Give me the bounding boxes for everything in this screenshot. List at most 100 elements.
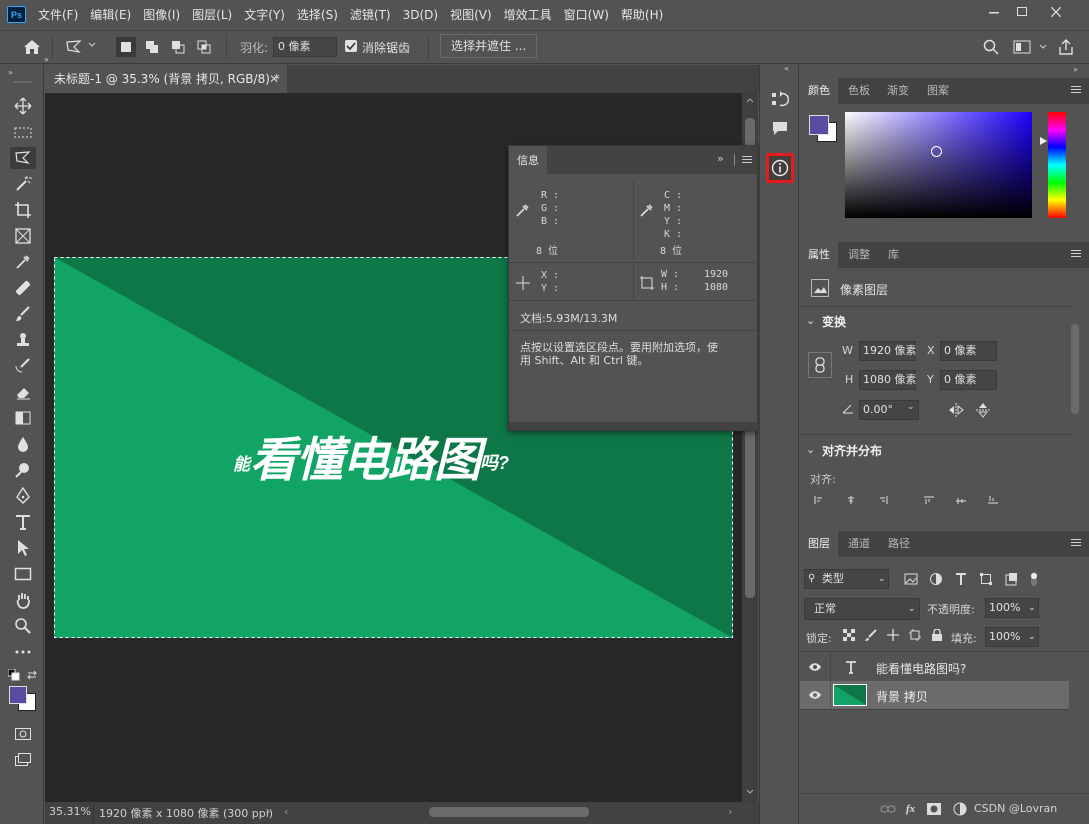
layer-row[interactable]: 能看懂电路图吗? (800, 653, 1069, 681)
new-selection-icon[interactable] (116, 37, 136, 57)
status-menu-chevron-icon[interactable]: › (266, 805, 270, 818)
type-tool-icon[interactable] (10, 511, 36, 533)
menu-view[interactable]: 视图(V) (450, 0, 492, 30)
add-selection-icon[interactable] (142, 37, 162, 57)
collapse-panel-icon[interactable]: » (717, 152, 724, 165)
polygonal-lasso-icon[interactable] (64, 37, 84, 57)
menu-layer[interactable]: 图层(L) (192, 0, 232, 30)
rectangle-tool-icon[interactable] (10, 563, 36, 585)
menu-file[interactable]: 文件(F) (38, 0, 78, 30)
search-icon[interactable] (983, 39, 999, 55)
menu-type[interactable]: 文字(Y) (244, 0, 285, 30)
pen-tool-icon[interactable] (10, 485, 36, 507)
home-icon[interactable] (22, 37, 42, 57)
layer-row-selected[interactable]: 背景 拷贝 (800, 681, 1069, 709)
stamp-tool-icon[interactable] (10, 329, 36, 351)
lasso-tool-icon[interactable] (10, 147, 36, 169)
document-tab[interactable]: 未标题-1 @ 35.3% (背景 拷贝, RGB/8) * ✕ (45, 65, 287, 93)
flip-vertical-icon[interactable] (976, 402, 990, 418)
dodge-tool-icon[interactable] (10, 459, 36, 481)
collapse-dock-icon[interactable]: « (784, 64, 789, 73)
visibility-eye-icon[interactable] (808, 690, 822, 700)
workspace-icon[interactable] (1013, 40, 1031, 54)
subtract-selection-icon[interactable] (168, 37, 188, 57)
hue-slider[interactable] (1048, 112, 1066, 218)
frame-tool-icon[interactable] (10, 225, 36, 247)
maximize-button[interactable] (1006, 0, 1038, 24)
foreground-color-swatch[interactable] (809, 115, 829, 135)
foreground-color-swatch[interactable] (9, 686, 27, 704)
menu-image[interactable]: 图像(I) (143, 0, 180, 30)
scroll-down-icon[interactable] (746, 789, 754, 795)
screen-mode-icon[interactable] (10, 749, 36, 771)
quick-mask-icon[interactable] (10, 723, 36, 745)
panel-menu-icon[interactable] (1071, 86, 1081, 95)
crop-tool-icon[interactable] (10, 199, 36, 221)
eraser-icon[interactable] (10, 381, 36, 403)
history-brush-icon[interactable] (10, 355, 36, 377)
history-icon[interactable] (771, 90, 789, 108)
tab-channels[interactable]: 通道 (840, 531, 878, 557)
zoom-tool-icon[interactable] (10, 615, 36, 637)
marquee-tool-icon[interactable] (10, 121, 36, 143)
properties-scroll-thumb[interactable] (1071, 324, 1079, 414)
chevron-down-icon[interactable] (88, 41, 96, 49)
link-dimensions-icon[interactable] (808, 352, 832, 378)
tab-gradients[interactable]: 渐变 (879, 78, 917, 104)
path-selection-icon[interactable] (10, 537, 36, 559)
tab-paths[interactable]: 路径 (880, 531, 918, 557)
menu-select[interactable]: 选择(S) (297, 0, 338, 30)
chevron-down-icon[interactable]: ⌄ (907, 402, 915, 412)
tab-libraries[interactable]: 库 (880, 242, 907, 268)
select-and-mask-button[interactable]: 选择并遮住 ... (440, 34, 538, 58)
height-input[interactable]: 1080 像素 (859, 370, 917, 390)
feather-input[interactable]: 0 像素 (273, 37, 337, 57)
menu-window[interactable]: 窗口(W) (564, 0, 609, 30)
blur-tool-icon[interactable] (10, 433, 36, 455)
move-tool-icon[interactable] (10, 95, 36, 117)
hand-tool-icon[interactable] (10, 589, 36, 611)
brush-tool-icon[interactable] (10, 303, 36, 325)
opacity-input[interactable]: 100% ⌄ (985, 598, 1039, 618)
horizontal-scroll-thumb[interactable] (429, 807, 589, 817)
magic-wand-icon[interactable] (10, 173, 36, 195)
zoom-level[interactable]: 35.31% (49, 805, 91, 818)
layers-scroll-track[interactable] (1069, 653, 1089, 793)
menu-plugins[interactable]: 增效工具 (504, 0, 552, 30)
gradient-tool-icon[interactable] (10, 407, 36, 429)
antialias-checkbox[interactable] (345, 40, 357, 52)
width-input[interactable]: 1920 像素 (859, 341, 917, 361)
tab-swatches[interactable]: 色板 (840, 78, 878, 104)
color-field[interactable] (845, 112, 1032, 218)
tab-layers[interactable]: 图层 (800, 531, 838, 557)
scroll-left-icon[interactable]: ‹ (284, 805, 288, 818)
x-position-input[interactable]: 0 像素 (940, 341, 997, 361)
panel-menu-icon[interactable] (1071, 250, 1081, 259)
tab-patterns[interactable]: 图案 (919, 78, 957, 104)
layer-filter-select[interactable]: 类型 ⚲ ⌄ (804, 569, 889, 589)
scroll-up-icon[interactable] (746, 97, 754, 103)
tab-adjustments[interactable]: 调整 (840, 242, 878, 268)
collapse-toolbar-icon[interactable]: » (8, 68, 13, 77)
info-tab[interactable]: 信息 (509, 146, 547, 174)
info-panel-button[interactable] (766, 153, 794, 183)
menu-3d[interactable]: 3D(D) (403, 0, 438, 30)
close-button[interactable] (1040, 0, 1072, 24)
chevron-down-icon[interactable]: ⌄ (806, 443, 815, 456)
visibility-eye-icon[interactable] (808, 662, 822, 672)
chevron-down-icon[interactable] (1039, 43, 1047, 51)
blend-mode-select[interactable]: 正常 ⌄ (804, 598, 920, 620)
eyedropper-icon[interactable] (10, 251, 36, 273)
more-tools-icon[interactable] (10, 641, 36, 663)
y-position-input[interactable]: 0 像素 (940, 370, 997, 390)
menu-edit[interactable]: 编辑(E) (90, 0, 131, 30)
menu-help[interactable]: 帮助(H) (621, 0, 663, 30)
color-picker-cursor[interactable] (931, 146, 942, 157)
collapse-panels-icon[interactable]: » (1073, 65, 1078, 74)
close-tab-icon[interactable]: ✕ (269, 65, 279, 93)
panel-resize-grip[interactable] (509, 422, 757, 430)
comments-icon[interactable] (771, 119, 789, 137)
fx-icon[interactable]: fx (906, 803, 915, 815)
fill-input[interactable]: 100% ⌄ (985, 627, 1039, 647)
scroll-right-icon[interactable]: › (728, 805, 732, 818)
